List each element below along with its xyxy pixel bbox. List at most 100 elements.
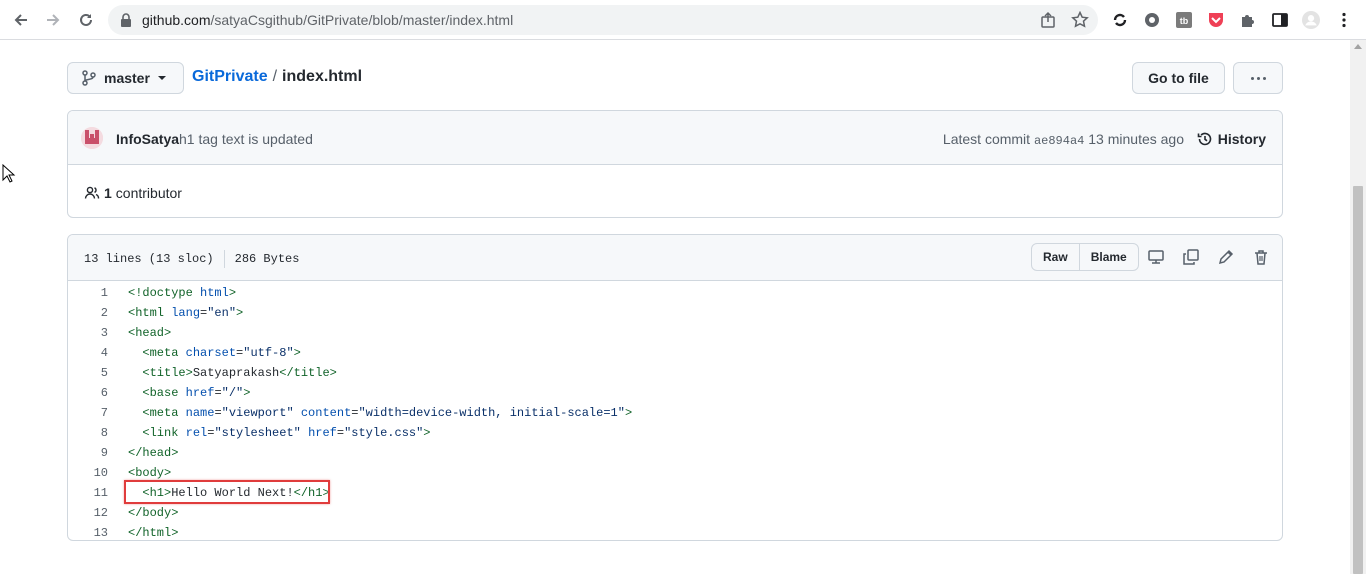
star-icon[interactable]: [1071, 11, 1089, 29]
commit-header: InfoSatya h1 tag text is updated Latest …: [68, 111, 1282, 165]
line-number[interactable]: 5: [68, 363, 108, 383]
code-line: 6 <base href="/">: [68, 383, 1282, 403]
contributors-link[interactable]: 1 contributor: [84, 185, 182, 201]
branch-name: master: [104, 70, 150, 86]
desktop-icon[interactable]: [1147, 248, 1165, 266]
code-text: <link rel="stylesheet" href="style.css">: [142, 426, 431, 440]
code-line: 2 <html lang="en">: [68, 303, 1282, 323]
side-panel-icon[interactable]: [1271, 11, 1289, 29]
avatar[interactable]: [81, 127, 103, 149]
line-number[interactable]: 6: [68, 383, 108, 403]
commit-message[interactable]: h1 tag text is updated: [179, 131, 313, 147]
pencil-icon[interactable]: [1217, 248, 1235, 266]
pocket-extension-icon[interactable]: [1207, 11, 1225, 29]
history-icon: [1197, 132, 1212, 146]
code-line: 8 <link rel="stylesheet" href="style.css…: [68, 423, 1282, 443]
profile-avatar-icon[interactable]: [1302, 11, 1320, 29]
address-bar[interactable]: github.com/satyaCsgithub/GitPrivate/blob…: [108, 5, 1098, 35]
browser-toolbar: github.com/satyaCsgithub/GitPrivate/blob…: [0, 0, 1366, 40]
code-text: <head>: [128, 326, 172, 340]
copy-icon[interactable]: [1182, 248, 1200, 266]
circle-extension-icon[interactable]: [1143, 11, 1161, 29]
share-icon[interactable]: [1040, 11, 1058, 29]
code-line: 5 <title>Satyaprakash</title>: [68, 363, 1282, 383]
file-info: 13 lines (13 sloc) 286 Bytes: [84, 250, 299, 268]
highlight-annotation: [124, 480, 330, 504]
mouse-cursor-icon: [2, 164, 16, 183]
commit-author[interactable]: InfoSatya: [116, 131, 179, 147]
browser-menu-icon[interactable]: [1335, 11, 1353, 29]
sync-extension-icon[interactable]: [1111, 11, 1129, 29]
reload-icon: [80, 13, 92, 26]
breadcrumb: GitPrivate / index.html: [192, 68, 362, 86]
line-count: 13 lines (13 sloc): [84, 252, 214, 266]
line-number[interactable]: 13: [68, 523, 108, 540]
line-number[interactable]: 1: [68, 283, 108, 303]
forward-button[interactable]: [40, 8, 66, 32]
contributor-label: contributor: [115, 185, 182, 201]
code-text: <html lang="en">: [128, 306, 244, 320]
url-path: /satyaCsgithub/GitPrivate/blob/master/in…: [210, 12, 514, 28]
branch-select-button[interactable]: master: [67, 62, 184, 94]
line-number[interactable]: 10: [68, 463, 108, 483]
arrow-left-icon: [14, 14, 27, 26]
code-text: <meta charset="utf-8">: [142, 346, 301, 360]
line-number[interactable]: 9: [68, 443, 108, 463]
file-header: 13 lines (13 sloc) 286 Bytes Raw Blame: [68, 235, 1282, 281]
code-line: 4 <meta charset="utf-8">: [68, 343, 1282, 363]
code-text: </body>: [128, 506, 179, 520]
line-number[interactable]: 12: [68, 503, 108, 523]
breadcrumb-separator: /: [272, 68, 278, 85]
people-icon: [84, 186, 100, 199]
caret-down-icon: [157, 76, 166, 80]
code-text: <!doctype html>: [128, 286, 237, 300]
latest-commit-box: InfoSatya h1 tag text is updated Latest …: [67, 110, 1283, 218]
line-number[interactable]: 3: [68, 323, 108, 343]
tb-extension-icon[interactable]: tb: [1175, 11, 1193, 29]
git-branch-icon: [82, 70, 96, 86]
svg-text:tb: tb: [1180, 16, 1189, 26]
raw-blame-group: Raw Blame: [1031, 243, 1139, 271]
blame-button[interactable]: Blame: [1080, 244, 1138, 270]
latest-commit-label: Latest commit: [942, 131, 1031, 147]
raw-button[interactable]: Raw: [1032, 244, 1080, 270]
go-to-file-button[interactable]: Go to file: [1132, 62, 1225, 94]
file-size: 286 Bytes: [234, 252, 300, 266]
trash-icon[interactable]: [1252, 248, 1270, 266]
code-text: </html>: [128, 526, 179, 540]
commit-sha[interactable]: ae894a4: [1034, 134, 1084, 148]
line-number[interactable]: 4: [68, 343, 108, 363]
code-line: 3 <head>: [68, 323, 1282, 343]
page-scrollbar[interactable]: [1350, 40, 1366, 574]
identicon-icon: [81, 127, 103, 149]
contributor-count: 1: [104, 185, 112, 201]
url-host: github.com: [142, 12, 211, 28]
line-number[interactable]: 2: [68, 303, 108, 323]
back-button[interactable]: [8, 8, 34, 32]
code-line: 9 </head>: [68, 443, 1282, 463]
latest-commit-info: Latest commit ae894a4 13 minutes ago: [943, 131, 1184, 148]
code-text: <base href="/">: [142, 386, 251, 400]
kebab-horizontal-icon: [1250, 76, 1254, 80]
puzzle-extensions-icon[interactable]: [1239, 11, 1257, 29]
code-line: 1 <!doctype html>: [68, 283, 1282, 303]
scroll-up-arrow-icon[interactable]: [1354, 44, 1362, 49]
divider: [223, 250, 225, 268]
code-text: <title>Satyaprakash</title>: [142, 366, 337, 380]
url-text: github.com/satyaCsgithub/GitPrivate/blob…: [142, 12, 513, 28]
code-line: 13 </html>: [68, 523, 1282, 540]
scroll-thumb[interactable]: [1353, 186, 1363, 574]
history-link[interactable]: History: [1197, 131, 1266, 147]
code-line: 12 </body>: [68, 503, 1282, 523]
commit-time: 13 minutes ago: [1088, 131, 1184, 147]
line-number[interactable]: 8: [68, 423, 108, 443]
line-number[interactable]: 11: [68, 483, 108, 503]
reload-button[interactable]: [73, 8, 99, 32]
code-text: <meta name="viewport" content="width=dev…: [142, 406, 633, 420]
code-line: 7 <meta name="viewport" content="width=d…: [68, 403, 1282, 423]
history-label: History: [1217, 131, 1266, 147]
line-number[interactable]: 7: [68, 403, 108, 423]
file-name: index.html: [282, 68, 363, 85]
more-options-button[interactable]: [1233, 62, 1283, 94]
repo-link[interactable]: GitPrivate: [192, 68, 268, 85]
